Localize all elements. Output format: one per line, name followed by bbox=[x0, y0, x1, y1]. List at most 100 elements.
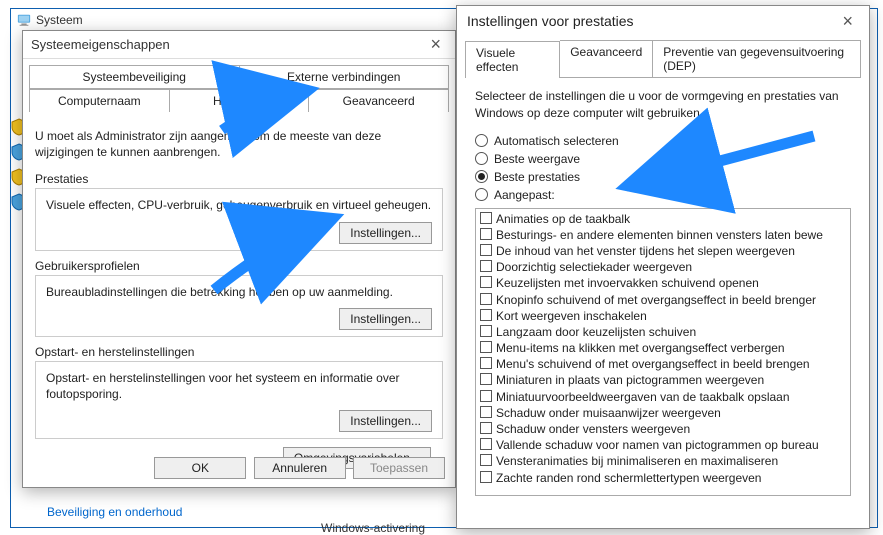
security-maintenance-link[interactable]: Beveiliging en onderhoud bbox=[47, 505, 182, 519]
checklist-item[interactable]: Animaties op de taakbalk bbox=[480, 211, 846, 227]
checkbox-icon bbox=[480, 325, 492, 337]
apply-button[interactable]: Toepassen bbox=[353, 457, 445, 479]
sysprops-title: Systeemeigenschappen bbox=[31, 37, 170, 52]
startup-desc: Opstart- en herstelinstellingen voor het… bbox=[46, 370, 432, 402]
checklist-item[interactable]: Doorzichtig selectiekader weergeven bbox=[480, 259, 846, 275]
checklist-item[interactable]: Menu's schuivend of met overgangseffect … bbox=[480, 356, 846, 372]
checkbox-icon bbox=[480, 212, 492, 224]
checklist-item[interactable]: Kort weergeven inschakelen bbox=[480, 308, 846, 324]
checklist-item[interactable]: De inhoud van het venster tijdens het sl… bbox=[480, 243, 846, 259]
performance-options-dialog: Instellingen voor prestaties × Visuele e… bbox=[456, 5, 870, 529]
perf-desc: Selecteer de instellingen die u voor de … bbox=[475, 88, 851, 122]
checkbox-icon bbox=[480, 454, 492, 466]
checklist-item[interactable]: Miniatuurvoorbeeldweergaven van de taakb… bbox=[480, 389, 846, 405]
checklist-item-label: Menu-items na klikken met overgangseffec… bbox=[496, 340, 785, 356]
checklist-item-label: Besturings- en andere elementen binnen v… bbox=[496, 227, 823, 243]
visual-effects-checklist[interactable]: Animaties op de taakbalkBesturings- en a… bbox=[475, 208, 851, 496]
checkbox-icon bbox=[480, 260, 492, 272]
tab-system-security[interactable]: Systeembeveiliging bbox=[29, 65, 240, 88]
checklist-item[interactable]: Vensteranimaties bij minimaliseren en ma… bbox=[480, 453, 846, 469]
radio-best-perf[interactable]: Beste prestaties bbox=[475, 170, 851, 184]
radio-best-look-label: Beste weergave bbox=[494, 152, 580, 166]
checklist-item[interactable]: Schaduw onder muisaanwijzer weergeven bbox=[480, 405, 846, 421]
checklist-item-label: De inhoud van het venster tijdens het sl… bbox=[496, 243, 795, 259]
perf-close-button[interactable]: × bbox=[836, 11, 859, 32]
ok-button[interactable]: OK bbox=[154, 457, 246, 479]
checkbox-icon bbox=[480, 293, 492, 305]
checklist-item-label: Menu's schuivend of met overgangseffect … bbox=[496, 356, 810, 372]
radio-icon bbox=[475, 188, 488, 201]
radio-icon bbox=[475, 134, 488, 147]
profiles-settings-button[interactable]: Instellingen... bbox=[339, 308, 432, 330]
checklist-item-label: Vallende schaduw voor namen van pictogra… bbox=[496, 437, 819, 453]
performance-desc: Visuele effecten, CPU-verbruik, geheugen… bbox=[46, 197, 432, 213]
windows-activation-label: Windows-activering bbox=[321, 521, 425, 535]
checklist-item[interactable]: Langzaam door keuzelijsten schuiven bbox=[480, 324, 846, 340]
startup-group: Opstart- en herstelinstellingen Opstart-… bbox=[35, 345, 443, 439]
perf-body: Selecteer de instellingen die u voor de … bbox=[457, 78, 869, 502]
tab-remote[interactable]: Externe verbindingen bbox=[240, 65, 450, 88]
checkbox-icon bbox=[480, 471, 492, 483]
perf-title: Instellingen voor prestaties bbox=[467, 13, 634, 29]
checklist-item[interactable]: Miniaturen in plaats van pictogrammen we… bbox=[480, 372, 846, 388]
checkbox-icon bbox=[480, 373, 492, 385]
tab-advanced[interactable]: Geavanceerd bbox=[309, 89, 449, 112]
checklist-item[interactable]: Zachte randen rond schermlettertypen wee… bbox=[480, 470, 846, 486]
radio-auto-label: Automatisch selecteren bbox=[494, 134, 619, 148]
checkbox-icon bbox=[480, 228, 492, 240]
system-window-title: Systeem bbox=[17, 13, 83, 27]
checklist-item-label: Schaduw onder vensters weergeven bbox=[496, 421, 690, 437]
checkbox-icon bbox=[480, 276, 492, 288]
profiles-group: Gebruikersprofielen Bureaubladinstelling… bbox=[35, 259, 443, 337]
sysprops-body: U moet als Administrator zijn aangemeld … bbox=[23, 112, 455, 473]
checkbox-icon bbox=[480, 309, 492, 321]
left-edge-icons bbox=[10, 28, 18, 496]
checklist-item[interactable]: Keuzelijsten met invoervakken schuivend … bbox=[480, 275, 846, 291]
startup-settings-button[interactable]: Instellingen... bbox=[339, 410, 432, 432]
checklist-item-label: Kort weergeven inschakelen bbox=[496, 308, 647, 324]
tab-visual-effects[interactable]: Visuele effecten bbox=[465, 41, 560, 78]
sysprops-tabs: Systeembeveiliging Externe verbindingen … bbox=[29, 65, 449, 112]
system-window-title-text: Systeem bbox=[36, 13, 83, 27]
perf-tabs: Visuele effecten Geavanceerd Preventie v… bbox=[465, 40, 861, 78]
tab-perf-advanced[interactable]: Geavanceerd bbox=[560, 40, 653, 77]
checklist-item-label: Miniaturen in plaats van pictogrammen we… bbox=[496, 372, 764, 388]
computer-icon bbox=[17, 13, 31, 27]
checkbox-icon bbox=[480, 357, 492, 369]
checkbox-icon bbox=[480, 438, 492, 450]
radio-auto[interactable]: Automatisch selecteren bbox=[475, 134, 851, 148]
checklist-item-label: Schaduw onder muisaanwijzer weergeven bbox=[496, 405, 721, 421]
radio-custom[interactable]: Aangepast: bbox=[475, 188, 851, 202]
checklist-item-label: Langzaam door keuzelijsten schuiven bbox=[496, 324, 696, 340]
checklist-item-label: Miniatuurvoorbeeldweergaven van de taakb… bbox=[496, 389, 790, 405]
checklist-item[interactable]: Besturings- en andere elementen binnen v… bbox=[480, 227, 846, 243]
tab-hardware[interactable]: Hardware bbox=[170, 89, 310, 112]
radio-icon bbox=[475, 152, 488, 165]
checkbox-icon bbox=[480, 406, 492, 418]
admin-note: U moet als Administrator zijn aangemeld … bbox=[35, 128, 443, 160]
cancel-button[interactable]: Annuleren bbox=[254, 457, 346, 479]
checklist-item-label: Doorzichtig selectiekader weergeven bbox=[496, 259, 692, 275]
radio-best-look[interactable]: Beste weergave bbox=[475, 152, 851, 166]
tab-computer-name[interactable]: Computernaam bbox=[29, 89, 170, 112]
performance-settings-button[interactable]: Instellingen... bbox=[339, 222, 432, 244]
radio-icon-selected bbox=[475, 170, 488, 183]
checkbox-icon bbox=[480, 244, 492, 256]
sysprops-bottom-buttons: OK Annuleren Toepassen bbox=[154, 457, 445, 479]
checkbox-icon bbox=[480, 390, 492, 402]
checklist-item[interactable]: Schaduw onder vensters weergeven bbox=[480, 421, 846, 437]
sysprops-close-button[interactable]: × bbox=[424, 34, 447, 55]
radio-custom-label: Aangepast: bbox=[494, 188, 555, 202]
checklist-item-label: Knopinfo schuivend of met overgangseffec… bbox=[496, 292, 816, 308]
performance-group: Prestaties Visuele effecten, CPU-verbrui… bbox=[35, 172, 443, 250]
system-properties-dialog: Systeemeigenschappen × Systeembeveiligin… bbox=[22, 30, 456, 488]
profiles-label: Gebruikersprofielen bbox=[35, 259, 443, 273]
checklist-item[interactable]: Menu-items na klikken met overgangseffec… bbox=[480, 340, 846, 356]
checklist-item-label: Zachte randen rond schermlettertypen wee… bbox=[496, 470, 761, 486]
checklist-item[interactable]: Knopinfo schuivend of met overgangseffec… bbox=[480, 292, 846, 308]
checklist-item[interactable]: Vallende schaduw voor namen van pictogra… bbox=[480, 437, 846, 453]
sysprops-titlebar: Systeemeigenschappen × bbox=[23, 31, 455, 59]
checkbox-icon bbox=[480, 341, 492, 353]
tab-dep[interactable]: Preventie van gegevensuitvoering (DEP) bbox=[653, 40, 861, 77]
checkbox-icon bbox=[480, 422, 492, 434]
